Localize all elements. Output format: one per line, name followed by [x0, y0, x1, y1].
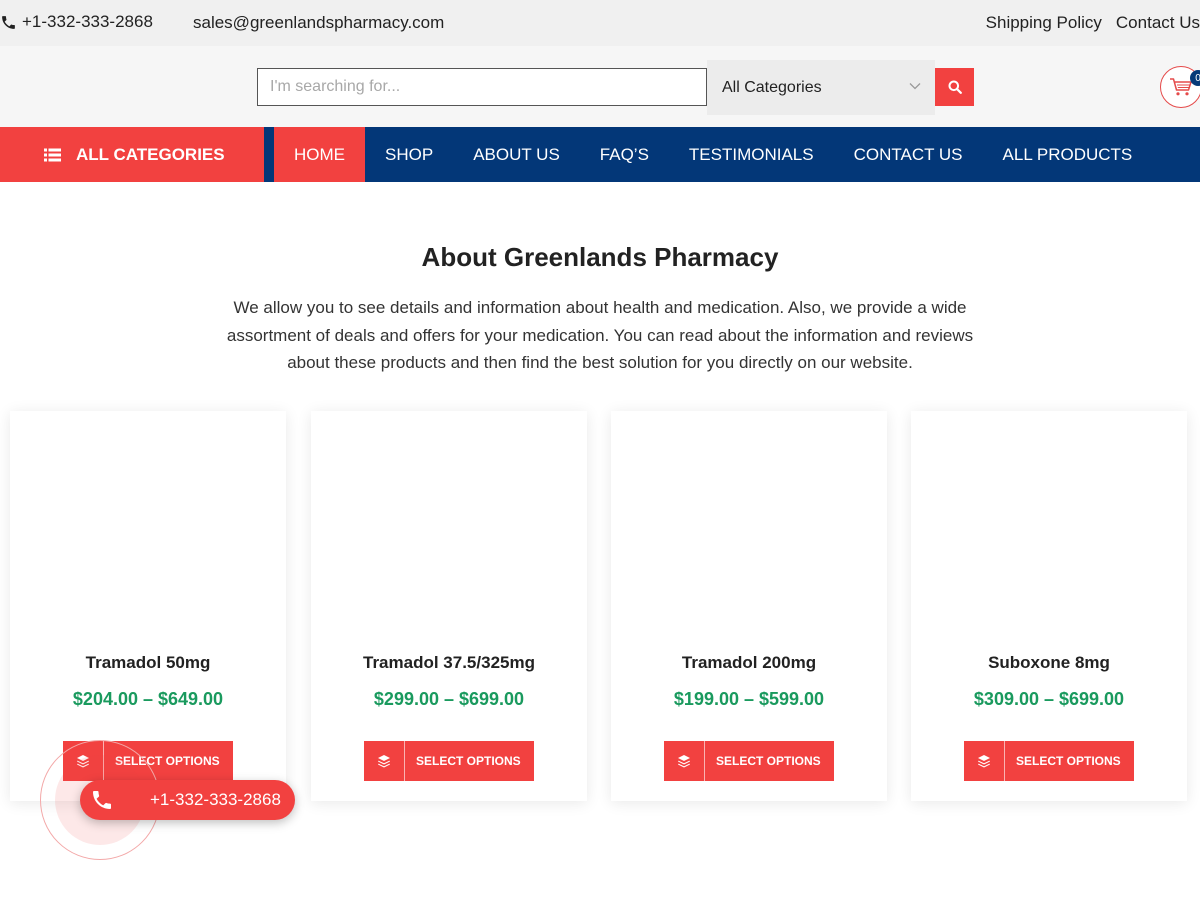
nav-item-all-products[interactable]: ALL PRODUCTS	[983, 127, 1153, 182]
about-text: We allow you to see details and informat…	[226, 298, 974, 372]
product-name[interactable]: Tramadol 50mg	[10, 653, 286, 673]
layers-icon	[964, 741, 1005, 781]
product-card[interactable]: Suboxone 8mg $309.00 – $699.00 SELECT OP…	[911, 411, 1187, 801]
category-select[interactable]: All Categories	[707, 60, 935, 115]
product-card[interactable]: Tramadol 50mg $204.00 – $649.00 SELECT O…	[10, 411, 286, 801]
about-title: About Greenlands Pharmacy	[421, 242, 779, 272]
product-price: $309.00 – $699.00	[973, 689, 1125, 709]
product-card[interactable]: Tramadol 37.5/325mg $299.00 – $699.00 SE…	[311, 411, 587, 801]
layers-icon	[664, 741, 705, 781]
select-options-label: SELECT OPTIONS	[416, 754, 521, 768]
product-price: $299.00 – $699.00	[373, 689, 525, 709]
select-options-label: SELECT OPTIONS	[716, 754, 821, 768]
product-name[interactable]: Tramadol 200mg	[611, 653, 887, 673]
product-card[interactable]: Tramadol 200mg $199.00 – $599.00 SELECT …	[611, 411, 887, 801]
select-options-label: SELECT OPTIONS	[1016, 754, 1121, 768]
top-phone[interactable]: +1-332-333-2868	[0, 12, 153, 32]
top-email[interactable]: sales@greenlandspharmacy.com	[193, 13, 444, 33]
all-categories-button[interactable]: ALL CATEGORIES	[0, 127, 264, 182]
category-select-value: All Categories	[722, 78, 822, 96]
product-price: $199.00 – $599.00	[673, 689, 825, 709]
top-bar: +1-332-333-2868 sales@greenlandspharmacy…	[0, 0, 1200, 46]
nav-item-about-us[interactable]: ABOUT US	[453, 127, 580, 182]
top-phone-number: +1-332-333-2868	[22, 12, 153, 31]
shipping-policy-link[interactable]: Shipping Policy	[986, 13, 1102, 33]
floating-call-button[interactable]: +1-332-333-2868	[80, 780, 295, 820]
nav-item-testimonials[interactable]: TESTIMONIALS	[669, 127, 834, 182]
product-price: $204.00 – $649.00	[72, 689, 224, 709]
search-input[interactable]	[257, 68, 707, 106]
nav-item-contact-us[interactable]: CONTACT US	[834, 127, 983, 182]
chevron-down-icon	[909, 83, 921, 90]
nav-item-shop[interactable]: SHOP	[365, 127, 453, 182]
header: All Categories 0	[0, 46, 1200, 127]
top-links: Shipping Policy Contact Us	[986, 13, 1200, 33]
select-options-button[interactable]: SELECT OPTIONS	[964, 741, 1134, 781]
cart-count-badge: 0	[1190, 70, 1200, 86]
search-icon	[948, 80, 962, 94]
list-icon	[44, 148, 61, 161]
phone-icon	[82, 780, 122, 820]
floating-call-number: +1-332-333-2868	[150, 790, 281, 809]
select-options-button[interactable]: SELECT OPTIONS	[664, 741, 834, 781]
phone-icon	[2, 15, 15, 29]
product-name[interactable]: Suboxone 8mg	[911, 653, 1187, 673]
nav-menu: HOME SHOP ABOUT US FAQ’S TESTIMONIALS CO…	[274, 127, 1152, 182]
select-options-button[interactable]: SELECT OPTIONS	[364, 741, 534, 781]
nav-item-home[interactable]: HOME	[274, 127, 365, 182]
all-categories-label: ALL CATEGORIES	[76, 144, 225, 164]
layers-icon	[364, 741, 405, 781]
product-name[interactable]: Tramadol 37.5/325mg	[311, 653, 587, 673]
search-button[interactable]	[935, 68, 974, 106]
contact-us-link[interactable]: Contact Us	[1116, 13, 1200, 33]
nav-item-faqs[interactable]: FAQ’S	[580, 127, 669, 182]
main-nav: ALL CATEGORIES HOME SHOP ABOUT US FAQ’S …	[0, 127, 1200, 182]
